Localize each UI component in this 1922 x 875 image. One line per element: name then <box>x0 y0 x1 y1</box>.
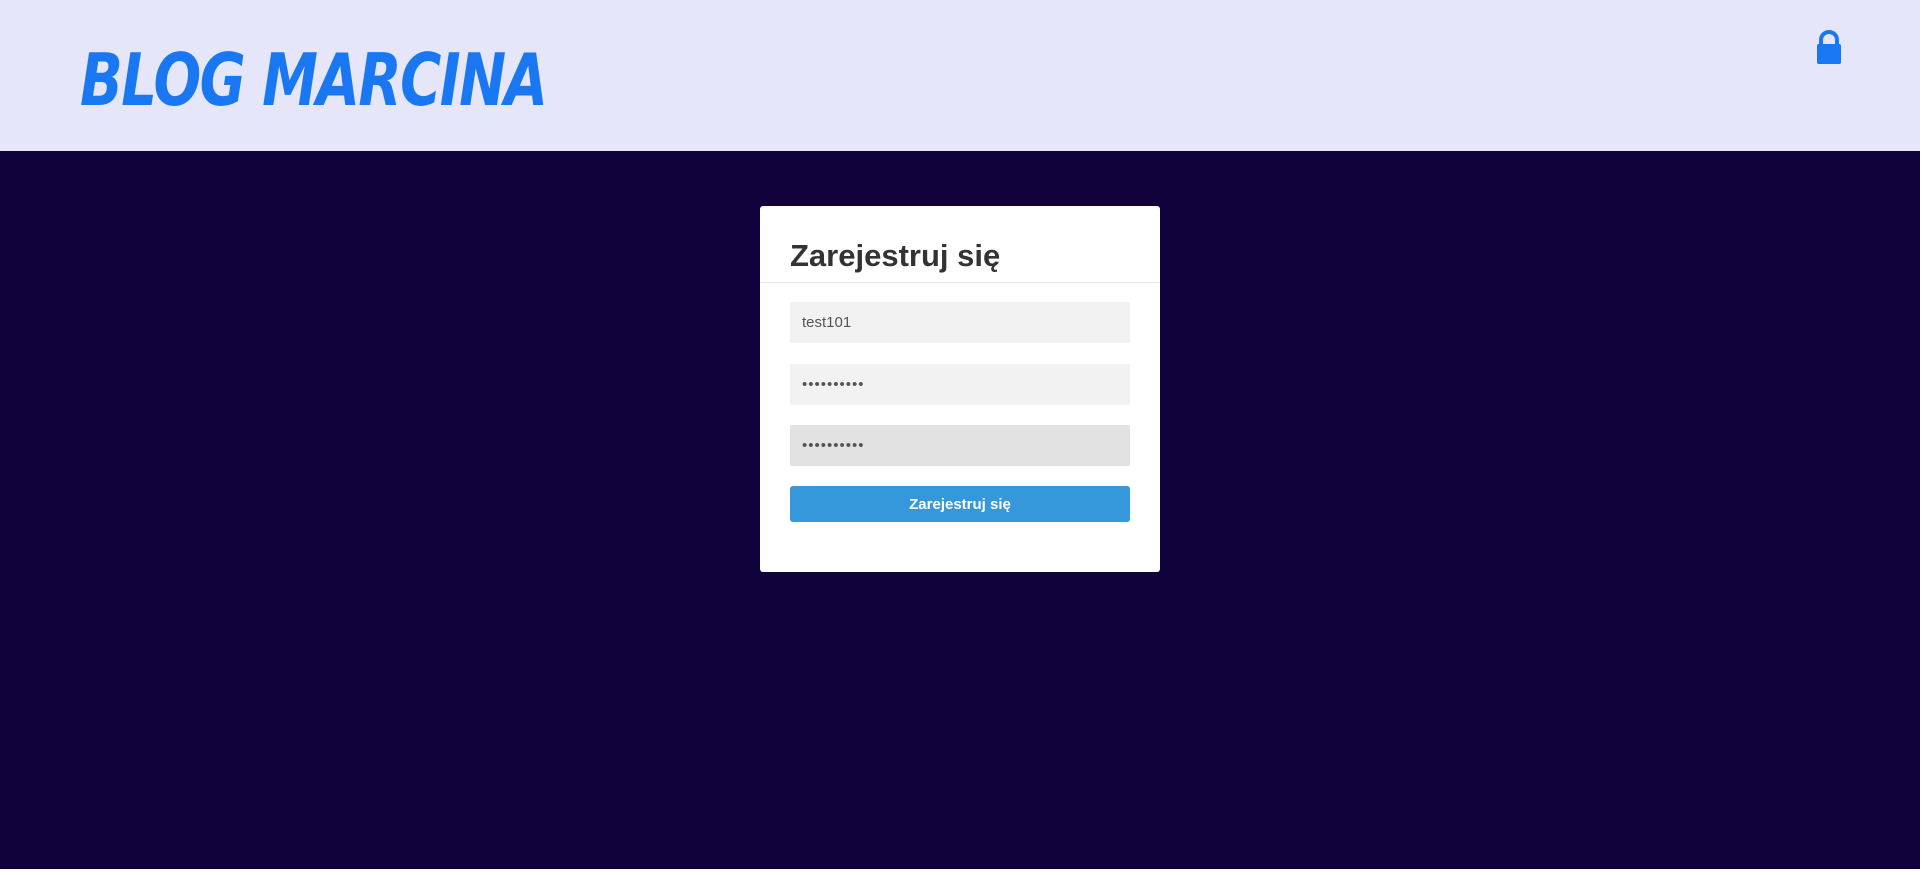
password-input[interactable] <box>790 364 1130 405</box>
register-title: Zarejestruj się <box>790 238 1001 273</box>
password-confirm-input[interactable] <box>790 425 1130 466</box>
username-input[interactable] <box>790 302 1130 343</box>
register-card: Zarejestruj się Zarejestruj się <box>760 206 1160 572</box>
register-button[interactable]: Zarejestruj się <box>790 486 1130 522</box>
card-divider <box>760 282 1160 283</box>
site-header: Blog Marcina <box>0 0 1920 151</box>
lock-icon[interactable] <box>1814 30 1844 64</box>
page: Blog Marcina Zarejestruj się Zarejestruj… <box>0 0 1922 875</box>
bottom-edge <box>0 869 1922 875</box>
site-logo[interactable]: Blog Marcina <box>80 30 548 130</box>
